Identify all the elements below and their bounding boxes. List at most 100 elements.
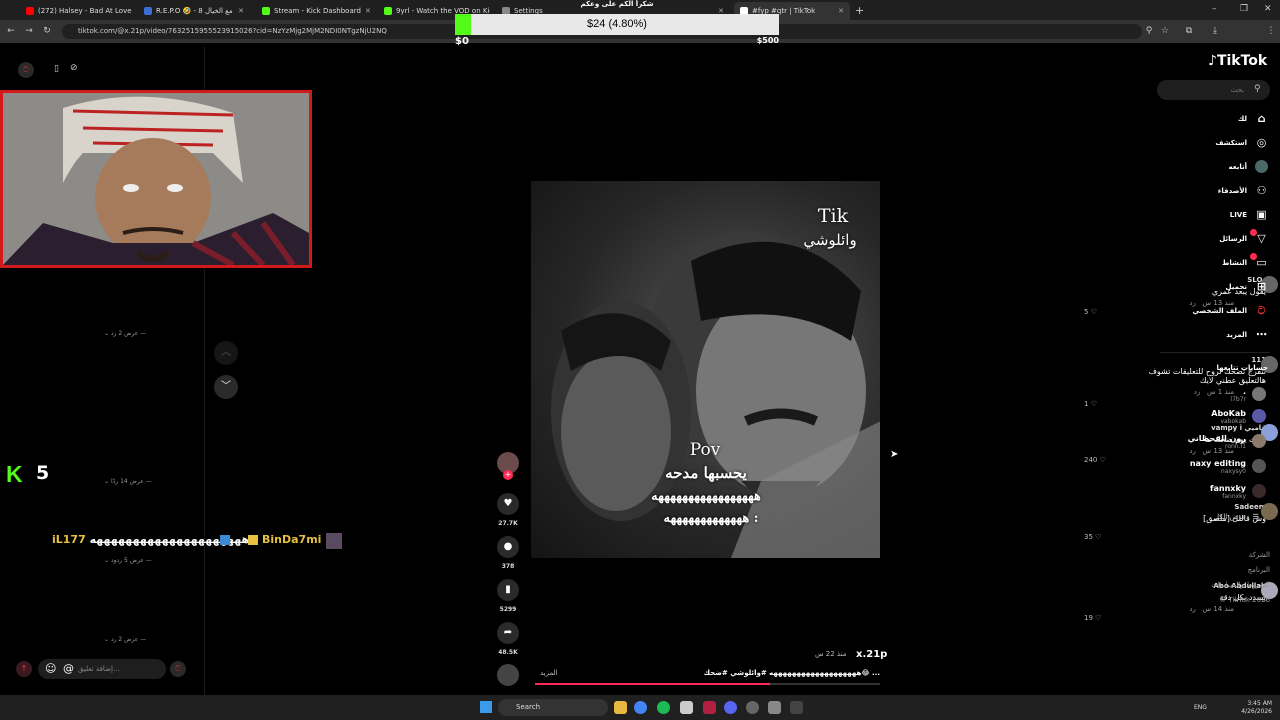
- user-avatar[interactable]: ට: [170, 661, 186, 677]
- view-replies-link[interactable]: ⌄ عرض 2 رد —: [104, 636, 146, 643]
- following-account[interactable]: رون القحطاني ronn.l1: [1188, 434, 1266, 450]
- see-all-link[interactable]: عرض الكل ☰: [1214, 513, 1259, 521]
- music-disc-icon[interactable]: [497, 664, 519, 686]
- file-explorer-icon[interactable]: [614, 701, 627, 714]
- emote-icon: [326, 533, 342, 549]
- footer-link[interactable]: البرنامج: [1211, 563, 1270, 578]
- following-account[interactable]: . l7b7r: [1230, 387, 1266, 403]
- follow-plus-icon[interactable]: +: [503, 470, 513, 480]
- search-icon[interactable]: ⚲: [1254, 84, 1261, 94]
- tab-youtube[interactable]: (272) Halsey - Bad At Love✕: [20, 2, 132, 20]
- back-button[interactable]: ←: [4, 24, 18, 38]
- close-tab-icon[interactable]: ✕: [838, 7, 844, 15]
- close-tab-icon[interactable]: ✕: [365, 7, 371, 15]
- video-author[interactable]: x.21p: [856, 649, 887, 660]
- nav-friends[interactable]: الأصدقاء ⚇: [1218, 184, 1268, 197]
- mouse-cursor: ➤: [890, 449, 899, 460]
- heart-icon[interactable]: ♡: [1091, 400, 1097, 408]
- profile-icon: ට: [1257, 304, 1266, 317]
- heart-icon[interactable]: ♡: [1091, 308, 1097, 316]
- discord-icon[interactable]: [724, 701, 737, 714]
- bookmark-star-icon[interactable]: ☆: [1158, 24, 1172, 38]
- view-replies-link[interactable]: ⌄ عرض 2 رد —: [104, 330, 146, 337]
- next-video-button[interactable]: ﹀: [214, 375, 238, 399]
- app-icon[interactable]: [768, 701, 781, 714]
- see-more-link[interactable]: المزيد: [540, 669, 558, 677]
- nav-live[interactable]: LIVE ▣: [1230, 208, 1268, 221]
- comment-action[interactable]: ● 378: [497, 536, 519, 570]
- nav-messages[interactable]: الرسائل ▽: [1219, 232, 1268, 245]
- video-player[interactable]: Tik وائلوشي Pov يحسبها مدحه هههههههههههه…: [531, 181, 880, 558]
- tiktok-logo[interactable]: ♪TikTok: [1208, 53, 1267, 69]
- new-tab-button[interactable]: +: [855, 4, 864, 17]
- obs-icon[interactable]: [746, 701, 759, 714]
- mention-icon[interactable]: @: [63, 662, 74, 675]
- extensions-icon[interactable]: ⧉: [1182, 24, 1196, 38]
- send-arrow-icon[interactable]: ↑: [16, 661, 32, 677]
- forward-button[interactable]: →: [22, 24, 36, 38]
- spotify-icon[interactable]: [657, 701, 670, 714]
- nav-activity[interactable]: النشاط ▭: [1222, 256, 1268, 269]
- heart-icon[interactable]: ♡: [1100, 456, 1106, 464]
- nav-upload[interactable]: تحميل ⊞: [1226, 280, 1268, 293]
- language-indicator[interactable]: ENG: [1194, 704, 1207, 711]
- taskbar-search[interactable]: Search: [498, 699, 608, 716]
- comment-icon[interactable]: ●: [497, 536, 519, 558]
- phone-icon[interactable]: ▯: [54, 64, 59, 74]
- video-watermark: Tik: [817, 205, 849, 227]
- share-action[interactable]: ➦ 48.5K: [497, 622, 519, 656]
- view-replies-link[interactable]: ⌄ عرض 14 ردًا —: [104, 478, 152, 485]
- nav-following[interactable]: أتابعه: [1229, 160, 1268, 173]
- tab-kick-dashboard[interactable]: Stream - Kick Dashboard ✕: [256, 2, 374, 20]
- reply-link[interactable]: رد: [1194, 388, 1201, 396]
- heart-icon[interactable]: ♡: [1095, 533, 1101, 541]
- app-icon[interactable]: [680, 701, 693, 714]
- download-icon[interactable]: ⤓: [1208, 24, 1222, 38]
- footer-link[interactable]: الشروط والسياسات: [1211, 578, 1270, 593]
- compass-icon: ◎: [1256, 136, 1267, 149]
- upload-icon: ⊞: [1256, 280, 1267, 293]
- account-avatar: [1252, 409, 1266, 423]
- notification-badge: [1250, 229, 1257, 236]
- share-icon[interactable]: ➦: [497, 622, 519, 644]
- heart-icon[interactable]: ♥: [497, 493, 519, 515]
- view-replies-link[interactable]: ⌄ عرض 5 ردود —: [104, 557, 152, 564]
- maximize-button[interactable]: ❐: [1240, 4, 1248, 14]
- windows-start-icon[interactable]: [480, 701, 492, 713]
- nav-for-you[interactable]: لك ⌂: [1238, 112, 1268, 125]
- system-clock[interactable]: 3:45 AM 4/26/2026: [1238, 700, 1272, 716]
- account-avatar: [1252, 434, 1266, 448]
- video-caption-line1: يحسبها مدحه: [665, 464, 747, 482]
- live-icon: ▣: [1256, 208, 1267, 221]
- streamer-face-image: [3, 93, 309, 265]
- app-icon[interactable]: [703, 701, 716, 714]
- tab-repo[interactable]: R.E.P.O 🤣 - مع الخيال 8 ✕: [138, 2, 250, 20]
- reply-link[interactable]: رد: [1189, 605, 1196, 613]
- bookmark-icon[interactable]: ▮: [497, 579, 519, 601]
- heart-icon[interactable]: ♡: [1095, 614, 1101, 622]
- nav-more[interactable]: المزيد ⋯: [1226, 328, 1268, 341]
- commenter-avatar[interactable]: [1261, 503, 1278, 520]
- minimize-button[interactable]: –: [1212, 4, 1217, 14]
- close-tab-icon[interactable]: ✕: [238, 7, 244, 15]
- browser-menu-icon[interactable]: ⋮: [1264, 24, 1278, 38]
- close-window-button[interactable]: ✕: [1264, 4, 1272, 14]
- list-icon: ☰: [1252, 513, 1259, 521]
- nav-profile[interactable]: الملف الشخصي ට: [1192, 304, 1268, 317]
- compass-small-icon[interactable]: ⊘: [70, 63, 78, 73]
- following-account[interactable]: AboKab vabokab: [1211, 409, 1266, 425]
- like-action[interactable]: ♥ 27.7K: [497, 493, 519, 527]
- emoji-icon[interactable]: ☺: [45, 662, 56, 675]
- zoom-icon[interactable]: ⚲: [1142, 24, 1156, 38]
- following-account[interactable]: fannxky fannxky: [1210, 484, 1266, 500]
- following-account[interactable]: naxy editing naxysy0: [1190, 459, 1266, 475]
- previous-video-button[interactable]: ︿: [214, 341, 238, 365]
- footer-link[interactable]: الشركة: [1211, 548, 1270, 563]
- chrome-icon[interactable]: [634, 701, 647, 714]
- reload-button[interactable]: ↻: [40, 24, 54, 38]
- save-action[interactable]: ▮ 5299: [497, 579, 519, 613]
- app-icon[interactable]: [790, 701, 803, 714]
- nav-explore[interactable]: استكشف ◎: [1215, 136, 1268, 149]
- tiktok-avatar-icon[interactable]: ට: [18, 62, 34, 78]
- comment-input[interactable]: إضافة تعليق...: [38, 659, 166, 679]
